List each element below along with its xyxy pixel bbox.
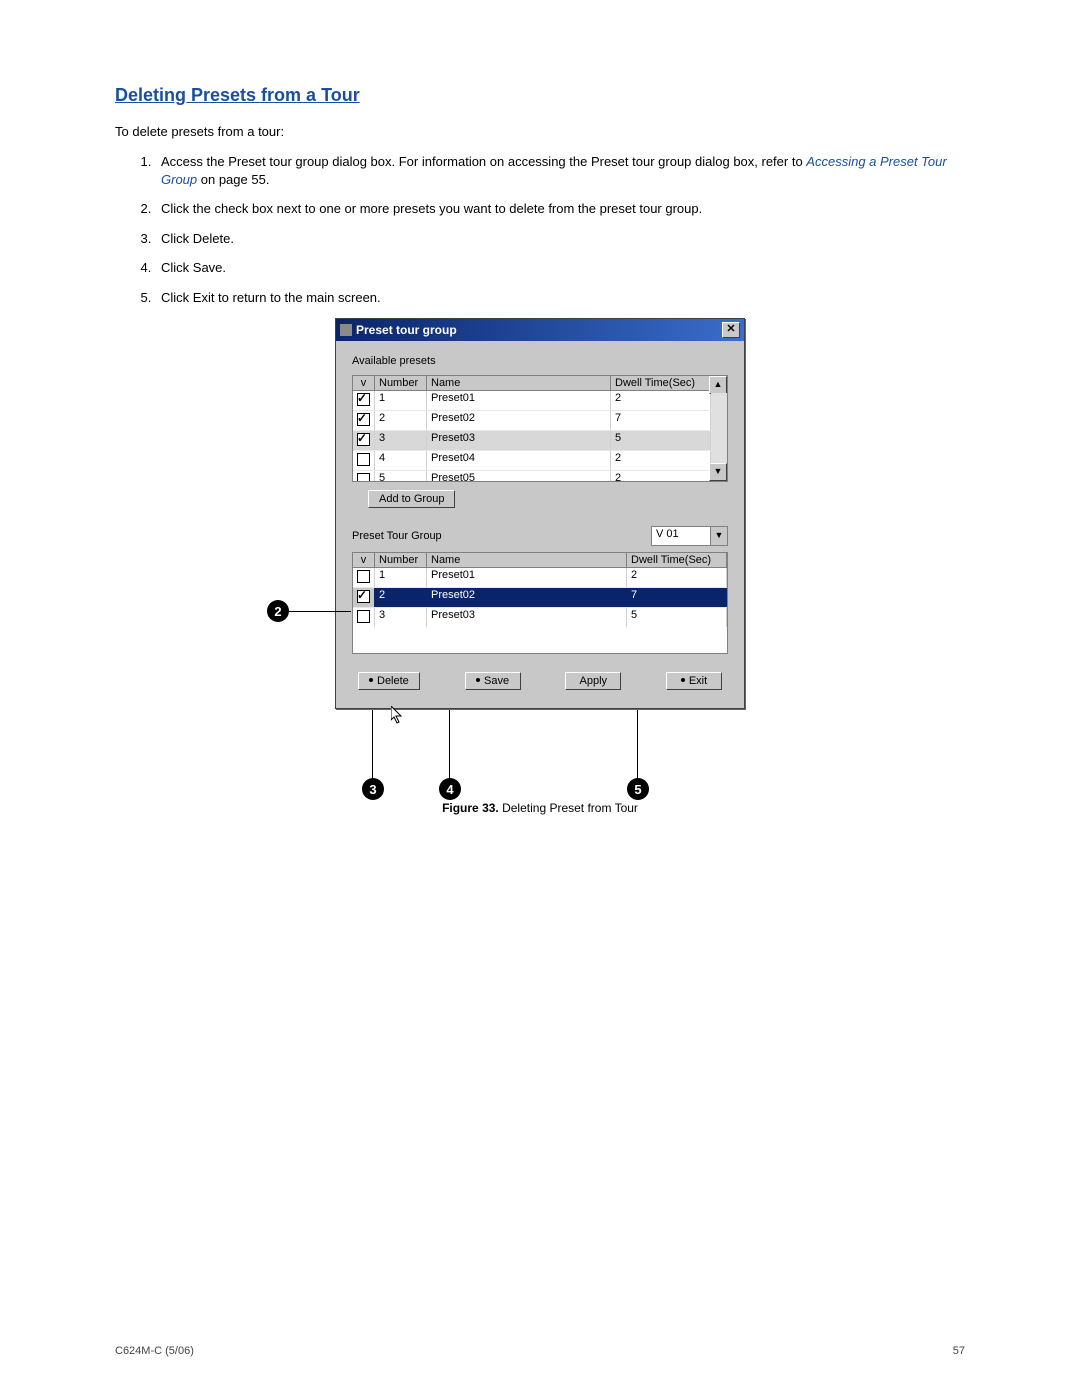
available-row[interactable]: 1 Preset01 2 <box>353 391 711 411</box>
step-2: Click the check box next to one or more … <box>155 200 965 218</box>
checkbox-icon[interactable] <box>357 473 370 482</box>
cell-number: 3 <box>375 608 427 627</box>
callout-line-2 <box>289 611 351 612</box>
dialog-title: Preset tour group <box>356 323 457 337</box>
col-header-checkbox[interactable]: v <box>353 376 375 391</box>
dropdown-value: V 01 <box>652 527 710 545</box>
cell-number: 1 <box>375 391 427 410</box>
checkbox-icon[interactable] <box>357 433 370 446</box>
cell-number: 4 <box>375 451 427 470</box>
cell-name: Preset03 <box>427 608 627 627</box>
cell-name: Preset05 <box>427 471 611 482</box>
tour-group-dropdown[interactable]: V 01 ▼ <box>651 526 728 546</box>
dialog-titlebar: Preset tour group ✕ <box>336 319 744 341</box>
step-5: Click Exit to return to the main screen. <box>155 289 965 307</box>
cell-dwell: 2 <box>611 471 711 482</box>
cell-dwell: 7 <box>611 411 711 430</box>
available-presets-label: Available presets <box>352 355 728 367</box>
footer-left: C624M-C (5/06) <box>115 1345 194 1357</box>
page-footer: C624M-C (5/06) 57 <box>115 1345 965 1357</box>
cell-number: 2 <box>375 411 427 430</box>
cell-number: 2 <box>375 588 427 607</box>
callout-line-3 <box>372 710 373 780</box>
figure-label: Figure 33. <box>442 801 499 815</box>
available-row[interactable]: 2 Preset02 7 <box>353 411 711 431</box>
cell-dwell: 5 <box>627 608 727 627</box>
cell-dwell: 2 <box>611 391 711 410</box>
add-to-group-button[interactable]: Add to Group <box>368 490 455 508</box>
callout-line-5 <box>637 710 638 780</box>
available-row[interactable]: 4 Preset04 2 <box>353 451 711 471</box>
col-header-dwell[interactable]: Dwell Time(Sec) <box>611 376 711 391</box>
checkbox-icon[interactable] <box>357 570 370 583</box>
scroll-up-icon[interactable]: ▲ <box>709 376 727 394</box>
col-header-checkbox[interactable]: v <box>353 553 375 568</box>
cell-dwell: 2 <box>627 568 727 587</box>
checkbox-icon[interactable] <box>357 590 370 603</box>
dialog-icon <box>340 324 352 336</box>
step-3: Click Delete. <box>155 230 965 248</box>
checkbox-icon[interactable] <box>357 413 370 426</box>
instruction-list: Access the Preset tour group dialog box.… <box>115 153 965 306</box>
section-heading: Deleting Presets from a Tour <box>115 85 965 106</box>
checkbox-icon[interactable] <box>357 610 370 623</box>
col-header-name[interactable]: Name <box>427 553 627 568</box>
cell-name: Preset01 <box>427 391 611 410</box>
figure-text: Deleting Preset from Tour <box>499 801 638 815</box>
scroll-down-icon[interactable]: ▼ <box>709 463 727 481</box>
cell-name: Preset01 <box>427 568 627 587</box>
delete-button[interactable]: Delete <box>358 672 420 690</box>
group-row-selected[interactable]: 2 Preset02 7 <box>353 588 727 608</box>
step-1: Access the Preset tour group dialog box.… <box>155 153 965 188</box>
cell-dwell: 5 <box>611 431 711 450</box>
step-1-text-a: Access the Preset tour group dialog box.… <box>161 154 806 169</box>
available-row[interactable]: 3 Preset03 5 <box>353 431 711 451</box>
group-row[interactable]: 3 Preset03 5 <box>353 608 727 627</box>
callout-line-4 <box>449 710 450 780</box>
checkbox-icon[interactable] <box>357 453 370 466</box>
available-row[interactable]: 5 Preset05 2 <box>353 471 711 482</box>
group-row[interactable]: 1 Preset01 2 <box>353 568 727 588</box>
close-icon[interactable]: ✕ <box>722 322 740 338</box>
scrollbar[interactable] <box>711 393 727 464</box>
col-header-number[interactable]: Number <box>375 376 427 391</box>
footer-page-number: 57 <box>953 1345 965 1357</box>
step-4: Click Save. <box>155 259 965 277</box>
col-header-number[interactable]: Number <box>375 553 427 568</box>
preset-tour-group-label: Preset Tour Group <box>352 530 442 542</box>
col-header-name[interactable]: Name <box>427 376 611 391</box>
tour-group-table: v Number Name Dwell Time(Sec) 1 Preset01… <box>352 552 728 654</box>
cell-number: 3 <box>375 431 427 450</box>
cell-name: Preset03 <box>427 431 611 450</box>
col-header-dwell[interactable]: Dwell Time(Sec) <box>627 553 727 568</box>
step-1-text-b: on page 55. <box>197 172 269 187</box>
preset-tour-group-dialog: Preset tour group ✕ Available presets v … <box>335 318 745 709</box>
cell-name: Preset02 <box>427 411 611 430</box>
cell-name: Preset02 <box>427 588 627 607</box>
figure-caption: Figure 33. Deleting Preset from Tour <box>335 721 745 815</box>
callout-bullet-2: 2 <box>267 600 289 622</box>
figure-wrapper: 2 Preset tour group ✕ Available presets … <box>335 318 745 815</box>
save-button[interactable]: Save <box>465 672 521 690</box>
intro-text: To delete presets from a tour: <box>115 124 965 139</box>
cell-name: Preset04 <box>427 451 611 470</box>
available-presets-table: v Number Name Dwell Time(Sec) 1 Preset01… <box>352 375 728 482</box>
checkbox-icon[interactable] <box>357 393 370 406</box>
exit-button[interactable]: Exit <box>666 672 722 690</box>
apply-button[interactable]: Apply <box>565 672 621 690</box>
cell-number: 1 <box>375 568 427 587</box>
cell-dwell: 7 <box>627 588 727 607</box>
cell-dwell: 2 <box>611 451 711 470</box>
chevron-down-icon[interactable]: ▼ <box>710 527 727 545</box>
cell-number: 5 <box>375 471 427 482</box>
